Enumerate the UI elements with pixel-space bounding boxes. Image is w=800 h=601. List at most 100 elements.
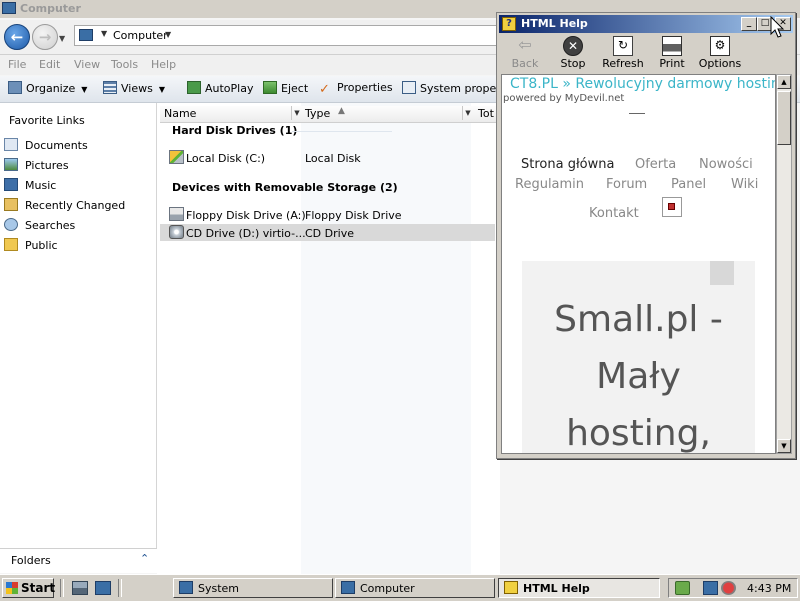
group-divider bbox=[385, 188, 390, 189]
favorite-music[interactable]: Music bbox=[4, 177, 154, 195]
taskbar-item-html-help[interactable]: HTML Help bbox=[498, 578, 660, 598]
taskbar-item-system[interactable]: System bbox=[173, 578, 333, 598]
favorite-label: Public bbox=[25, 239, 58, 252]
explorer-window-title: Computer bbox=[20, 2, 81, 15]
nav-forum[interactable]: Forum bbox=[606, 177, 647, 192]
autoplay-icon bbox=[187, 81, 201, 94]
nav-nowosci[interactable]: Nowości bbox=[699, 157, 753, 172]
hero-text-line: hosting, bbox=[566, 413, 711, 454]
taskbar-item-computer[interactable]: Computer bbox=[335, 578, 495, 598]
views-button[interactable]: Views ▼ bbox=[103, 81, 165, 95]
nav-regulamin[interactable]: Regulamin bbox=[515, 177, 584, 192]
group-header-hard-disks[interactable]: Hard Disk Drives (1) bbox=[172, 124, 297, 137]
nav-kontakt[interactable]: Kontakt bbox=[589, 206, 639, 221]
favorite-label: Documents bbox=[25, 139, 88, 152]
nav-oferta[interactable]: Oferta bbox=[635, 157, 676, 172]
list-item-floppy-drive[interactable]: Floppy Disk Drive (A:) Floppy Disk Drive bbox=[160, 206, 495, 223]
taskbar-separator bbox=[118, 579, 122, 597]
sort-arrow-icon: ▲ bbox=[338, 106, 345, 116]
notification-area: 4:43 PM bbox=[668, 578, 798, 598]
folders-label: Folders bbox=[11, 554, 51, 567]
network-quicklaunch-icon[interactable] bbox=[72, 581, 88, 595]
help-refresh-button[interactable]: ↻ Refresh bbox=[599, 36, 647, 70]
scroll-down-button[interactable]: ▼ bbox=[777, 439, 791, 453]
scroll-up-button[interactable]: ▲ bbox=[777, 75, 791, 89]
help-print-button[interactable]: Print bbox=[648, 36, 696, 70]
organize-label: Organize bbox=[26, 82, 76, 95]
network-icon[interactable] bbox=[703, 581, 718, 595]
help-back-button[interactable]: ⇦ Back bbox=[501, 36, 549, 71]
forward-button[interactable]: → bbox=[32, 24, 58, 50]
taskbar: Start System Computer HTML Help 4:43 PM bbox=[0, 574, 800, 601]
organize-button[interactable]: Organize ▼ bbox=[8, 81, 87, 95]
column-header: Name ▼ Type ▲ ▼ Tot bbox=[160, 106, 500, 123]
breadcrumb-computer[interactable]: Computer bbox=[113, 29, 168, 42]
favorite-public[interactable]: Public bbox=[4, 237, 154, 255]
navigation-pane: Favorite Links Documents Pictures Music … bbox=[0, 103, 157, 548]
security-shield-icon[interactable] bbox=[675, 581, 690, 595]
breadcrumb-separator-icon[interactable]: ▼ bbox=[101, 29, 107, 38]
help-titlebar[interactable]: ? HTML Help _ □ ✕ bbox=[499, 15, 793, 33]
maximize-icon: □ bbox=[760, 18, 770, 28]
checkmark-icon: ✓ bbox=[319, 82, 330, 97]
start-button[interactable]: Start bbox=[2, 578, 55, 598]
show-desktop-icon[interactable] bbox=[95, 581, 111, 595]
list-item-cd-drive[interactable]: CD Drive (D:) virtio-... CD Drive bbox=[160, 224, 495, 241]
help-options-button[interactable]: ⚙ Options bbox=[696, 36, 744, 70]
menu-view[interactable]: View bbox=[74, 58, 100, 71]
favorite-label: Recently Changed bbox=[25, 199, 126, 212]
menu-help[interactable]: Help bbox=[151, 58, 176, 71]
recent-pages-dropdown-icon[interactable]: ▼ bbox=[59, 34, 65, 43]
folders-toggle[interactable]: Folders ⌃ bbox=[0, 548, 157, 573]
volume-muted-icon[interactable] bbox=[721, 581, 736, 595]
list-item-local-disk[interactable]: Local Disk (C:) Local Disk bbox=[160, 149, 495, 166]
autoplay-label: AutoPlay bbox=[205, 82, 254, 95]
menu-edit[interactable]: Edit bbox=[39, 58, 60, 71]
back-button[interactable]: ← bbox=[4, 24, 30, 50]
type-column-shading bbox=[301, 103, 471, 574]
scrollbar-thumb[interactable] bbox=[777, 91, 791, 145]
favorite-searches[interactable]: Searches bbox=[4, 217, 154, 235]
eject-label: Eject bbox=[281, 82, 309, 95]
eject-button[interactable]: Eject bbox=[263, 81, 308, 95]
computer-icon bbox=[2, 2, 16, 14]
hero-placeholder-square bbox=[710, 261, 734, 285]
clock[interactable]: 4:43 PM bbox=[747, 582, 791, 595]
help-stop-button[interactable]: ✕ Stop bbox=[549, 36, 597, 70]
nav-panel[interactable]: Panel bbox=[671, 177, 706, 192]
address-field[interactable]: ▼ Computer ▼ bbox=[74, 25, 498, 46]
taskbar-item-label: Computer bbox=[360, 582, 415, 595]
column-filter-dropdown-icon[interactable]: ▼ bbox=[462, 106, 473, 120]
music-icon bbox=[4, 178, 18, 191]
favorite-recently-changed[interactable]: Recently Changed bbox=[4, 197, 154, 215]
minimize-button[interactable]: _ bbox=[741, 17, 757, 31]
column-total-header[interactable]: Tot bbox=[478, 107, 494, 120]
column-name-header[interactable]: Name bbox=[164, 107, 196, 120]
chevron-down-icon[interactable]: ▼ bbox=[165, 30, 171, 39]
chevron-down-icon: ▼ bbox=[81, 85, 88, 94]
favorite-pictures[interactable]: Pictures bbox=[4, 157, 154, 175]
help-icon bbox=[504, 581, 518, 594]
menu-file[interactable]: File bbox=[8, 58, 26, 71]
group-header-removable-storage[interactable]: Devices with Removable Storage (2) bbox=[172, 181, 398, 194]
vertical-scrollbar[interactable]: ▲ ▼ bbox=[776, 74, 792, 454]
chevron-up-icon: ⌃ bbox=[140, 552, 150, 565]
chevron-down-icon: ▼ bbox=[158, 85, 165, 94]
nav-strona-glowna[interactable]: Strona główna bbox=[521, 157, 614, 172]
views-label: Views bbox=[121, 82, 153, 95]
nav-wiki[interactable]: Wiki bbox=[731, 177, 758, 192]
help-toolbar: ⇦ Back ✕ Stop ↻ Refresh Print ⚙ Options bbox=[499, 34, 793, 72]
site-title-link[interactable]: CT8.PL » Rewolucyjny darmowy hosting bbox=[510, 76, 775, 92]
printer-icon bbox=[662, 36, 682, 56]
group-divider bbox=[292, 131, 392, 132]
favorite-documents[interactable]: Documents bbox=[4, 137, 154, 155]
menu-tools[interactable]: Tools bbox=[111, 58, 138, 71]
system-properties-button[interactable]: System propert bbox=[402, 81, 505, 95]
autoplay-button[interactable]: AutoPlay bbox=[187, 81, 253, 95]
mouse-cursor-icon bbox=[770, 16, 785, 38]
column-type-header[interactable]: Type bbox=[305, 107, 330, 120]
properties-button[interactable]: ✓ Properties bbox=[319, 81, 393, 97]
column-filter-dropdown-icon[interactable]: ▼ bbox=[291, 106, 302, 120]
refresh-icon: ↻ bbox=[613, 36, 633, 56]
item-name: CD Drive (D:) virtio-... bbox=[186, 227, 306, 240]
